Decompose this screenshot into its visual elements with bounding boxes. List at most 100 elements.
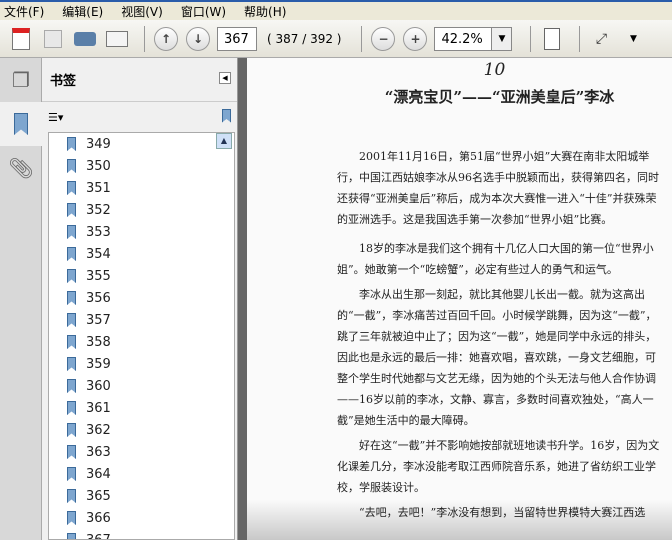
page-number-input[interactable]: 367 bbox=[217, 26, 257, 51]
separator bbox=[579, 25, 581, 52]
bookmark-label: 356 bbox=[86, 290, 111, 306]
separator bbox=[530, 25, 532, 52]
bookmark-icon bbox=[67, 313, 76, 327]
paragraph: 2001年11月16日，第51届“世界小姐”大赛在南非太阳城举行，中国江西姑娘李… bbox=[337, 150, 659, 226]
bookmark-item[interactable]: 353 bbox=[49, 221, 234, 243]
bookmark-item[interactable]: 358 bbox=[49, 331, 234, 353]
zoom-in-button[interactable]: + bbox=[402, 26, 428, 52]
bookmark-item[interactable]: 352 bbox=[49, 199, 234, 221]
bookmark-item[interactable]: 357 bbox=[49, 309, 234, 331]
options-menu-button[interactable]: ☰▾ bbox=[48, 111, 63, 124]
bookmark-label: 362 bbox=[86, 422, 111, 438]
bookmark-item[interactable]: 367 bbox=[49, 529, 234, 539]
chapter-title: “漂亮宝贝”——“亚洲美皇后”李冰 bbox=[384, 88, 615, 106]
print-button[interactable] bbox=[72, 26, 98, 52]
expand-icon: ⤢ bbox=[595, 30, 608, 47]
bookmark-label: 352 bbox=[86, 202, 111, 218]
bookmark-icon bbox=[67, 335, 76, 349]
attachments-tab[interactable]: 📎︎ bbox=[0, 146, 42, 190]
scroll-up-button[interactable]: ▲ bbox=[216, 133, 232, 149]
paragraph: 18岁的李冰是我们这个拥有十几亿人口大国的第一位“世界小姐”。她敢第一个“吃螃蟹… bbox=[337, 242, 654, 276]
bookmark-label: 349 bbox=[86, 136, 111, 152]
bookmark-list: ▲ 349 350 351 352 353 354 355 356 357 358 359 360 36… bbox=[48, 132, 235, 540]
menu-edit[interactable]: 编辑(E) bbox=[62, 3, 103, 20]
bookmarks-panel: 书签 ◀ ☰▾ ▲ 349 350 351 352 353 354 355 356 357 358 3… bbox=[42, 58, 237, 540]
zoom-input[interactable]: 42.2% bbox=[434, 26, 493, 51]
create-pdf-button[interactable] bbox=[8, 26, 34, 52]
bookmark-item[interactable]: 359 bbox=[49, 353, 234, 375]
menu-view[interactable]: 视图(V) bbox=[121, 3, 163, 20]
bookmark-item[interactable]: 363 bbox=[49, 441, 234, 463]
bookmark-item[interactable]: 365 bbox=[49, 485, 234, 507]
bookmark-icon bbox=[67, 533, 76, 539]
bookmark-label: 366 bbox=[86, 510, 111, 526]
arrow-down-icon: ↓ bbox=[186, 26, 210, 51]
bookmark-icon bbox=[67, 379, 76, 393]
paragraph: 好在这“一截”并不影响她按部就班地读书升学。16岁，因为文化课差几分，李冰没能考… bbox=[337, 439, 660, 494]
paragraph: “去吧，去吧！”李冰没有想到，当留特世界模特大赛江西选 bbox=[359, 506, 646, 519]
separator bbox=[144, 25, 145, 52]
arrow-up-icon: ↑ bbox=[154, 26, 178, 51]
bookmark-icon bbox=[67, 423, 76, 437]
fit-width-button[interactable] bbox=[539, 26, 565, 52]
panel-splitter[interactable] bbox=[237, 58, 247, 540]
menu-file[interactable]: 文件(F) bbox=[4, 3, 44, 20]
bookmark-item[interactable]: 362 bbox=[49, 419, 234, 441]
bookmark-item[interactable]: 360 bbox=[49, 375, 234, 397]
bookmark-item[interactable]: 364 bbox=[49, 463, 234, 485]
bookmark-item[interactable]: 355 bbox=[49, 265, 234, 287]
bookmarks-tab[interactable] bbox=[0, 102, 42, 146]
fit-width-icon bbox=[544, 27, 561, 50]
bookmark-item[interactable]: 361 bbox=[49, 397, 234, 419]
menu-help[interactable]: 帮助(H) bbox=[244, 3, 286, 20]
pages-icon: ❐ bbox=[12, 68, 30, 92]
bookmark-icon bbox=[67, 225, 76, 239]
bookmark-label: 361 bbox=[86, 400, 111, 416]
bookmark-label: 358 bbox=[86, 334, 111, 350]
bookmark-item[interactable]: 366 bbox=[49, 507, 234, 529]
bookmark-icon bbox=[67, 247, 76, 261]
minus-icon: − bbox=[371, 26, 396, 51]
bookmark-item[interactable]: 356 bbox=[49, 287, 234, 309]
bookmark-item[interactable]: 351 bbox=[49, 177, 234, 199]
create-pdf-icon bbox=[12, 27, 30, 50]
bookmark-item[interactable]: 350 bbox=[49, 155, 234, 177]
bookmark-icon bbox=[67, 137, 76, 151]
bookmark-label: 359 bbox=[86, 356, 111, 372]
bookmark-icon bbox=[67, 401, 76, 415]
save-button[interactable] bbox=[40, 26, 66, 52]
bookmark-label: 364 bbox=[86, 466, 111, 482]
navigation-strip: ❐ 📎︎ bbox=[0, 58, 42, 540]
bookmark-expand-icon bbox=[222, 108, 231, 123]
bookmark-item[interactable]: 349 bbox=[49, 133, 234, 155]
zoom-out-button[interactable]: − bbox=[370, 26, 396, 52]
bookmark-label: 360 bbox=[86, 378, 111, 394]
page-body: 2001年11月16日，第51届“世界小姐”大赛在南非太阳城举行，中国江西姑娘李… bbox=[337, 146, 665, 527]
previous-page-button[interactable]: ↑ bbox=[153, 26, 179, 52]
expand-bookmark-button[interactable] bbox=[222, 108, 231, 126]
bookmark-icon bbox=[67, 357, 76, 371]
bookmark-label: 355 bbox=[86, 268, 111, 284]
panel-title: 书签 bbox=[50, 74, 77, 89]
toolbar: ↑ ↓ 367 ( 387 / 392 ) − + 42.2% ▼ ⤢ ▼ bbox=[0, 20, 672, 58]
page-number: 10 bbox=[483, 60, 506, 80]
bookmark-label: 354 bbox=[86, 246, 111, 262]
full-screen-button[interactable]: ⤢ bbox=[588, 26, 614, 52]
bookmark-label: 350 bbox=[86, 158, 111, 174]
toolbar-options-button[interactable]: ▼ bbox=[620, 26, 646, 52]
bookmark-icon bbox=[67, 203, 76, 217]
bookmark-item[interactable]: 354 bbox=[49, 243, 234, 265]
bookmark-icon bbox=[67, 489, 76, 503]
pages-tab[interactable]: ❐ bbox=[0, 58, 42, 102]
email-icon bbox=[106, 30, 128, 47]
email-button[interactable] bbox=[104, 26, 130, 52]
paperclip-icon: 📎︎ bbox=[8, 156, 34, 180]
bookmark-label: 353 bbox=[86, 224, 111, 240]
bookmark-icon bbox=[67, 511, 76, 525]
print-icon bbox=[74, 31, 96, 46]
collapse-panel-button[interactable]: ◀ bbox=[219, 72, 231, 84]
bookmark-icon bbox=[67, 159, 76, 173]
next-page-button[interactable]: ↓ bbox=[185, 26, 211, 52]
zoom-dropdown[interactable]: ▼ bbox=[492, 26, 513, 51]
menu-window[interactable]: 窗口(W) bbox=[181, 3, 226, 20]
